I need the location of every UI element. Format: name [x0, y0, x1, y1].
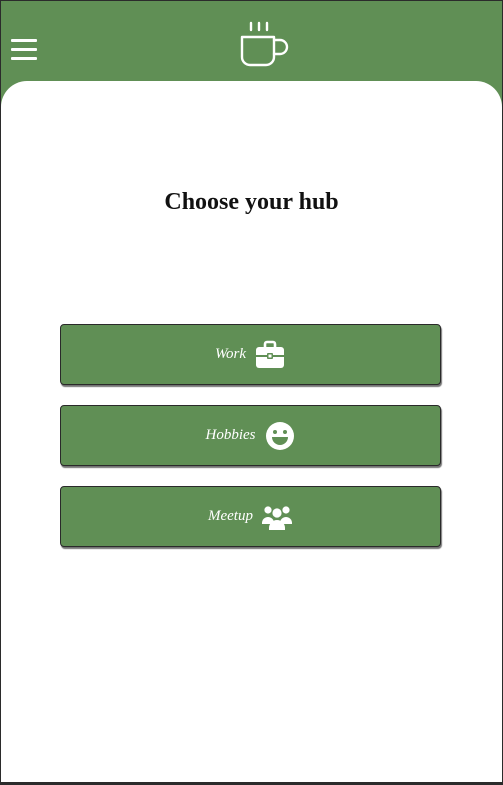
work-hub-button[interactable]: Work	[60, 324, 441, 385]
page-title: Choose your hub	[164, 189, 339, 215]
header-bar	[1, 1, 502, 86]
group-users-icon	[261, 502, 293, 532]
hobbies-hub-label: Hobbies	[205, 427, 256, 443]
hamburger-menu-icon[interactable]	[11, 39, 37, 61]
work-hub-label: Work	[214, 346, 247, 362]
meetup-hub-label: Meetup	[208, 508, 253, 524]
hobbies-hub-button[interactable]: Hobbies	[60, 405, 441, 466]
smiley-face-icon	[264, 421, 296, 451]
meetup-hub-button[interactable]: Meetup	[60, 486, 441, 547]
main-content: Choose your hub Work Hobbies Meetup	[1, 81, 502, 782]
app-frame: Choose your hub Work Hobbies Meetup	[0, 0, 503, 785]
briefcase-icon	[254, 340, 286, 370]
coffee-cup-icon	[239, 19, 291, 69]
